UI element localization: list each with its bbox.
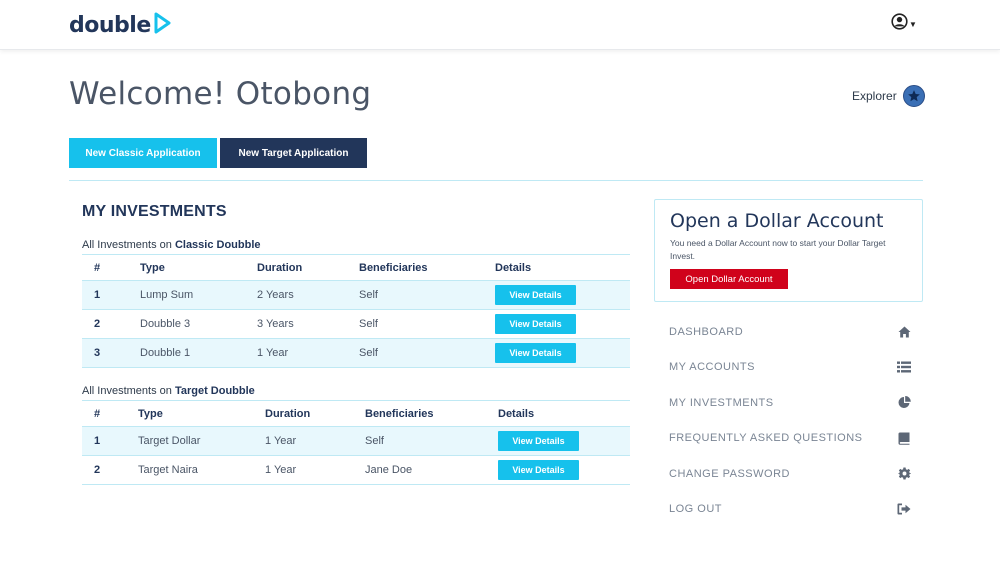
dollar-card-title: Open a Dollar Account — [670, 210, 884, 232]
view-details-button[interactable]: View Details — [495, 285, 576, 305]
view-details-button[interactable]: View Details — [498, 460, 579, 480]
row-number: 1 — [82, 426, 138, 456]
gear-icon — [897, 467, 911, 481]
investment-beneficiaries: Self — [359, 338, 495, 368]
investment-type: Target Naira — [138, 455, 265, 485]
nav-label: MY ACCOUNTS — [669, 361, 755, 374]
explorer-link[interactable]: Explorer — [852, 85, 925, 107]
target-investments-block: All Investments on Target Doubble # Type… — [82, 384, 630, 485]
caption-prefix: All Investments on — [82, 385, 172, 397]
top-navbar: double ▼ — [0, 0, 1000, 50]
new-target-application-button[interactable]: New Target Application — [220, 138, 367, 168]
column-header: Beneficiaries — [365, 400, 498, 427]
investment-duration: 1 Year — [265, 426, 365, 456]
investment-beneficiaries: Jane Doe — [365, 455, 498, 485]
target-investments-table: # Type Duration Beneficiaries Details 1 … — [82, 400, 630, 485]
home-icon — [897, 325, 911, 339]
user-circle-icon — [891, 13, 908, 35]
logo-text: double — [69, 12, 151, 38]
row-number: 2 — [82, 309, 140, 339]
column-header: Details — [498, 400, 630, 427]
star-icon — [902, 85, 925, 107]
new-classic-application-button[interactable]: New Classic Application — [69, 138, 217, 168]
investment-beneficiaries: Self — [365, 426, 498, 456]
list-icon — [897, 360, 911, 374]
details-cell: View Details — [495, 338, 630, 368]
investment-type: Lump Sum — [140, 280, 257, 310]
caption-prefix: All Investments on — [82, 239, 172, 251]
investment-type: Target Dollar — [138, 426, 265, 456]
column-header: Beneficiaries — [359, 254, 495, 281]
table-row: 2 Target Naira 1 Year Jane Doe View Deta… — [82, 455, 630, 485]
explorer-label: Explorer — [852, 89, 897, 103]
nav-item-faq[interactable]: FREQUENTLY ASKED QUESTIONS — [669, 421, 911, 457]
side-nav: DASHBOARD MY ACCOUNTS MY INVESTMENTS FRE… — [669, 314, 911, 527]
row-number: 1 — [82, 280, 140, 310]
details-cell: View Details — [495, 280, 630, 310]
classic-investments-table: # Type Duration Beneficiaries Details 1 … — [82, 254, 630, 368]
details-cell: View Details — [498, 426, 630, 456]
column-header: Duration — [257, 254, 359, 281]
investment-beneficiaries: Self — [359, 309, 495, 339]
column-header: Type — [138, 400, 265, 427]
nav-label: FREQUENTLY ASKED QUESTIONS — [669, 432, 863, 445]
book-icon — [897, 431, 911, 445]
nav-item-dashboard[interactable]: DASHBOARD — [669, 314, 911, 350]
nav-label: MY INVESTMENTS — [669, 396, 774, 409]
dollar-account-card: Open a Dollar Account You need a Dollar … — [654, 199, 923, 302]
table-row: 1 Target Dollar 1 Year Self View Details — [82, 426, 630, 456]
table-header-row: # Type Duration Beneficiaries Details — [82, 400, 630, 427]
investment-type: Doubble 1 — [140, 338, 257, 368]
view-details-button[interactable]: View Details — [498, 431, 579, 451]
open-dollar-account-button[interactable]: Open Dollar Account — [670, 269, 788, 289]
investment-duration: 1 Year — [257, 338, 359, 368]
classic-investments-block: All Investments on Classic Doubble # Typ… — [82, 238, 630, 368]
view-details-button[interactable]: View Details — [495, 314, 576, 334]
investment-duration: 3 Years — [257, 309, 359, 339]
nav-label: LOG OUT — [669, 503, 723, 516]
dollar-card-text: You need a Dollar Account now to start y… — [670, 238, 886, 261]
nav-item-log-out[interactable]: LOG OUT — [669, 492, 911, 528]
column-header: Type — [140, 254, 257, 281]
classic-caption: All Investments on Classic Doubble — [82, 238, 630, 254]
nav-label: DASHBOARD — [669, 325, 744, 338]
view-details-button[interactable]: View Details — [495, 343, 576, 363]
investment-type: Doubble 3 — [140, 309, 257, 339]
section-title: MY INVESTMENTS — [82, 203, 227, 220]
nav-item-change-password[interactable]: CHANGE PASSWORD — [669, 456, 911, 492]
table-row: 1 Lump Sum 2 Years Self View Details — [82, 280, 630, 310]
details-cell: View Details — [498, 455, 630, 485]
column-header: # — [82, 400, 138, 427]
target-caption: All Investments on Target Doubble — [82, 384, 630, 400]
nav-item-my-accounts[interactable]: MY ACCOUNTS — [669, 350, 911, 386]
brand-logo[interactable]: double — [69, 10, 171, 40]
investment-beneficiaries: Self — [359, 280, 495, 310]
divider — [69, 180, 923, 181]
plan-name: Target Doubble — [174, 385, 255, 397]
pie-chart-icon — [897, 396, 911, 410]
column-header: Duration — [265, 400, 365, 427]
investment-duration: 1 Year — [265, 455, 365, 485]
details-cell: View Details — [495, 309, 630, 339]
plan-name: Classic Doubble — [174, 239, 261, 251]
table-row: 3 Doubble 1 1 Year Self View Details — [82, 338, 630, 368]
row-number: 3 — [82, 338, 140, 368]
column-header: # — [82, 254, 140, 281]
row-number: 2 — [82, 455, 138, 485]
nav-item-my-investments[interactable]: MY INVESTMENTS — [669, 385, 911, 421]
nav-label: CHANGE PASSWORD — [669, 467, 790, 480]
column-header: Details — [495, 254, 630, 281]
table-row: 2 Doubble 3 3 Years Self View Details — [82, 309, 630, 339]
page-title: Welcome! Otobong — [69, 76, 372, 112]
caret-down-icon: ▼ — [909, 19, 917, 29]
investment-duration: 2 Years — [257, 280, 359, 310]
table-header-row: # Type Duration Beneficiaries Details — [82, 254, 630, 281]
play-icon — [153, 12, 171, 39]
user-menu-button[interactable]: ▼ — [891, 13, 917, 35]
sign-out-icon — [897, 502, 911, 516]
